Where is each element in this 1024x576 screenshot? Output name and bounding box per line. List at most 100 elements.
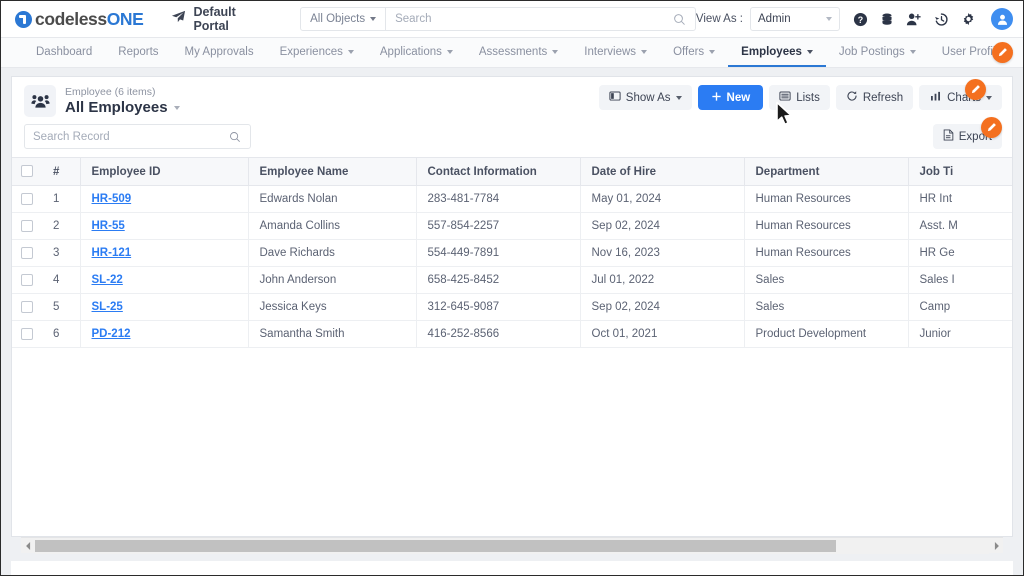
nav-item-applications[interactable]: Applications <box>367 38 466 67</box>
lists-button[interactable]: Lists <box>769 85 830 110</box>
table-row[interactable]: 3 HR-121 Dave Richards 554-449-7891 Nov … <box>12 239 1012 267</box>
row-checkbox[interactable] <box>21 246 33 259</box>
row-select-cell <box>12 212 42 240</box>
column-header-contact-information[interactable]: Contact Information <box>416 157 581 186</box>
employee-id-link[interactable]: PD-212 <box>92 328 131 340</box>
object-type-dropdown[interactable]: All Objects <box>301 8 387 30</box>
table-row[interactable]: 1 HR-509 Edwards Nolan 283-481-7784 May … <box>12 185 1012 213</box>
list-icon <box>779 90 791 105</box>
page-body: Employee (6 items) All Employees Show As <box>1 68 1023 575</box>
nav-item-my-approvals[interactable]: My Approvals <box>172 38 267 67</box>
nav-label: My Approvals <box>184 45 254 58</box>
logo-text-primary: codeless <box>35 8 107 29</box>
nav-label: Interviews <box>584 45 637 58</box>
scrollbar-thumb[interactable] <box>35 539 837 552</box>
search-input[interactable] <box>386 13 673 25</box>
portal-selector[interactable]: Default Portal <box>171 5 272 33</box>
column-header-employee-id[interactable]: Employee ID <box>80 157 249 186</box>
column-header-employee-name[interactable]: Employee Name <box>248 157 417 186</box>
employee-id-link[interactable]: HR-55 <box>92 220 125 232</box>
row-checkbox[interactable] <box>21 192 33 205</box>
column-header-job-title[interactable]: Job Ti <box>908 157 1012 186</box>
charts-button[interactable]: Charts <box>919 85 1002 110</box>
employee-id-link[interactable]: HR-509 <box>92 193 132 205</box>
row-checkbox[interactable] <box>21 300 33 313</box>
cell-department: Sales <box>744 266 909 294</box>
nav-label: Experiences <box>279 45 343 58</box>
cell-date-of-hire: May 01, 2024 <box>580 185 745 213</box>
app-logo[interactable]: codelessONE <box>15 8 144 30</box>
cell-date-of-hire: Sep 02, 2024 <box>580 293 745 321</box>
search-icon[interactable] <box>229 131 250 143</box>
table-row[interactable]: 2 HR-55 Amanda Collins 557-854-2257 Sep … <box>12 212 1012 240</box>
edit-export-badge[interactable] <box>981 117 1002 138</box>
row-checkbox[interactable] <box>21 219 33 232</box>
add-user-icon[interactable] <box>906 12 922 27</box>
table-header: # Employee ID Employee Name Contact Info… <box>12 157 1012 186</box>
scrollbar-track[interactable] <box>35 537 989 554</box>
record-search-row: Export <box>24 124 1002 149</box>
row-select-cell <box>12 239 42 267</box>
pencil-edit-icon <box>987 123 996 132</box>
column-header-date-of-hire[interactable]: Date of Hire <box>580 157 745 186</box>
pencil-edit-icon <box>998 48 1007 57</box>
help-icon[interactable]: ? <box>853 12 868 27</box>
cell-job-title: HR Int <box>908 185 1012 213</box>
nav-item-experiences[interactable]: Experiences <box>267 38 367 67</box>
nav-item-employees[interactable]: Employees <box>728 38 826 67</box>
nav-item-reports[interactable]: Reports <box>105 38 171 67</box>
global-search-bar: All Objects <box>300 7 696 31</box>
employee-id-link[interactable]: SL-22 <box>92 274 123 286</box>
chevron-down-icon <box>641 49 648 54</box>
history-icon[interactable] <box>934 12 949 27</box>
show-as-label: Show As <box>625 91 671 104</box>
cell-num: 1 <box>42 185 81 213</box>
nav-item-assessments[interactable]: Assessments <box>466 38 571 67</box>
export-file-icon <box>943 129 954 144</box>
horizontal-scrollbar[interactable] <box>21 537 1003 554</box>
chevron-down-icon <box>986 95 992 100</box>
table-row[interactable]: 4 SL-22 John Anderson 658-425-8452 Jul 0… <box>12 266 1012 294</box>
horizontal-scroll-zone <box>1 537 1023 561</box>
row-checkbox[interactable] <box>21 327 33 340</box>
cell-contact: 416-252-8566 <box>416 320 581 348</box>
search-record-input[interactable] <box>25 130 229 143</box>
portal-label: Default Portal <box>193 5 236 33</box>
nav-item-job-postings[interactable]: Job Postings <box>826 38 929 67</box>
cell-date-of-hire: Nov 16, 2023 <box>580 239 745 267</box>
view-as-dropdown[interactable]: Admin <box>750 7 840 31</box>
chevron-right-icon[interactable] <box>989 541 1003 550</box>
plus-icon <box>711 91 722 105</box>
nav-item-offers[interactable]: Offers <box>660 38 728 67</box>
row-checkbox[interactable] <box>21 273 33 286</box>
avatar[interactable] <box>991 8 1013 30</box>
cell-num: 2 <box>42 212 81 240</box>
nav-item-dashboard[interactable]: Dashboard <box>23 38 105 67</box>
column-header-num[interactable]: # <box>42 157 81 186</box>
refresh-button[interactable]: Refresh <box>835 85 914 110</box>
list-title-dropdown[interactable]: All Employees <box>65 99 180 117</box>
cell-employee-name: Jessica Keys <box>248 293 417 321</box>
column-header-department[interactable]: Department <box>744 157 909 186</box>
refresh-icon <box>846 90 858 105</box>
edit-navigation-badge[interactable] <box>992 42 1013 63</box>
cell-date-of-hire: Oct 01, 2021 <box>580 320 745 348</box>
show-as-button[interactable]: Show As <box>598 85 692 110</box>
employee-id-link[interactable]: SL-25 <box>92 301 123 313</box>
select-all-checkbox[interactable] <box>21 165 33 178</box>
new-button[interactable]: New <box>697 85 764 110</box>
main-navigation-bar: Dashboard Reports My Approvals Experienc… <box>1 38 1023 68</box>
search-icon[interactable] <box>673 13 695 26</box>
gear-icon[interactable] <box>961 12 976 27</box>
table-row[interactable]: 5 SL-25 Jessica Keys 312-645-9087 Sep 02… <box>12 293 1012 321</box>
database-icon[interactable] <box>880 12 894 27</box>
nav-item-interviews[interactable]: Interviews <box>571 38 660 67</box>
edit-toolbar-badge[interactable] <box>965 79 986 100</box>
chevron-down-icon <box>826 17 832 21</box>
table-row[interactable]: 6 PD-212 Samantha Smith 416-252-8566 Oct… <box>12 320 1012 348</box>
nav-label: Employees <box>741 45 802 58</box>
cell-employee-name: Amanda Collins <box>248 212 417 240</box>
chevron-left-icon[interactable] <box>21 541 35 550</box>
cell-contact: 312-645-9087 <box>416 293 581 321</box>
employee-id-link[interactable]: HR-121 <box>92 247 132 259</box>
